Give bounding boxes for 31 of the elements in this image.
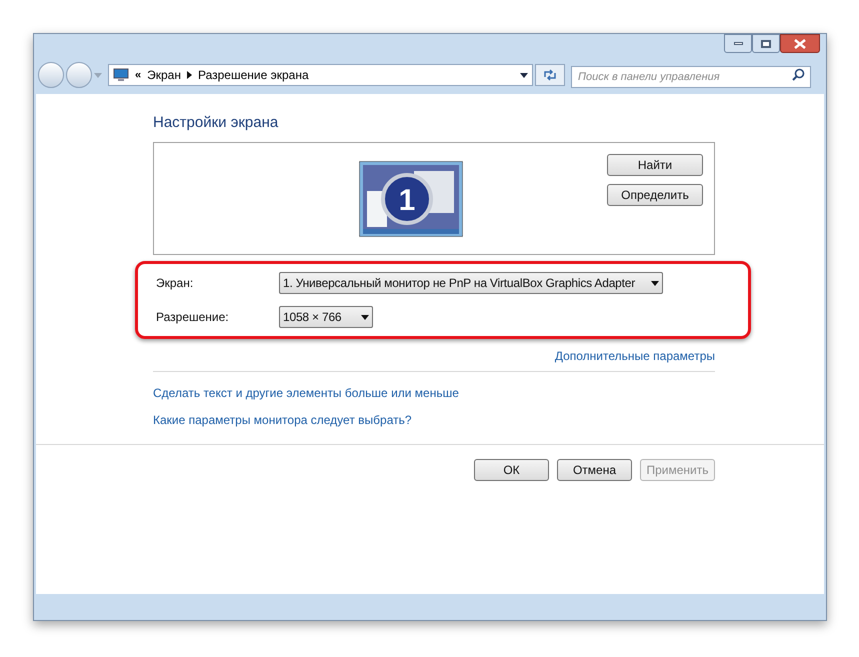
dropdown-icon[interactable] (520, 72, 528, 78)
advanced-settings-link[interactable]: Дополнительные параметры (554, 347, 715, 365)
breadcrumb-item[interactable]: Разрешение экрана (198, 66, 309, 84)
search-icon[interactable] (792, 68, 805, 81)
dropdown-arrow-icon[interactable] (651, 280, 659, 286)
refresh-button[interactable] (535, 64, 565, 86)
dropdown-field[interactable]: 1. Универсальный монитор не PnP на VirtualBox Graphics Adapter (279, 272, 663, 294)
field-label: Экран: (156, 275, 194, 292)
ok-button[interactable]: ОК (474, 459, 549, 481)
help-link[interactable]: Сделать текст и другие элементы больше или меньше (153, 384, 459, 402)
refresh-icon[interactable] (542, 68, 558, 82)
maximize-button[interactable] (752, 34, 780, 53)
search-field[interactable]: Поиск в панели управления (571, 66, 811, 88)
monitor-number: 1 (398, 184, 415, 217)
dropdown-arrow-icon[interactable] (361, 314, 369, 320)
overflow-chevron[interactable]: « (135, 66, 142, 84)
page-heading: Настройки экрана (153, 113, 280, 132)
close-button[interactable] (780, 34, 820, 53)
identify-button[interactable]: Определить (607, 184, 703, 206)
address-bar[interactable]: « Экран Разрешение экрана (108, 64, 533, 86)
dropdown-field[interactable]: 1058 × 766 (279, 306, 373, 328)
help-link[interactable]: Какие параметры монитора следует выбрать? (153, 411, 412, 429)
field-label: Разрешение: (156, 309, 230, 326)
detect-button[interactable]: Найти (607, 154, 703, 176)
cancel-button[interactable]: Отмена (557, 459, 632, 481)
minimize-button[interactable] (724, 34, 752, 53)
breadcrumb-arrow-icon[interactable] (186, 71, 192, 79)
close-icon[interactable] (794, 38, 806, 48)
monitor-icon (113, 68, 129, 82)
monitor-preview-drawing[interactable]: 1 (358, 161, 462, 237)
breadcrumb-item[interactable]: Экран (147, 66, 181, 84)
